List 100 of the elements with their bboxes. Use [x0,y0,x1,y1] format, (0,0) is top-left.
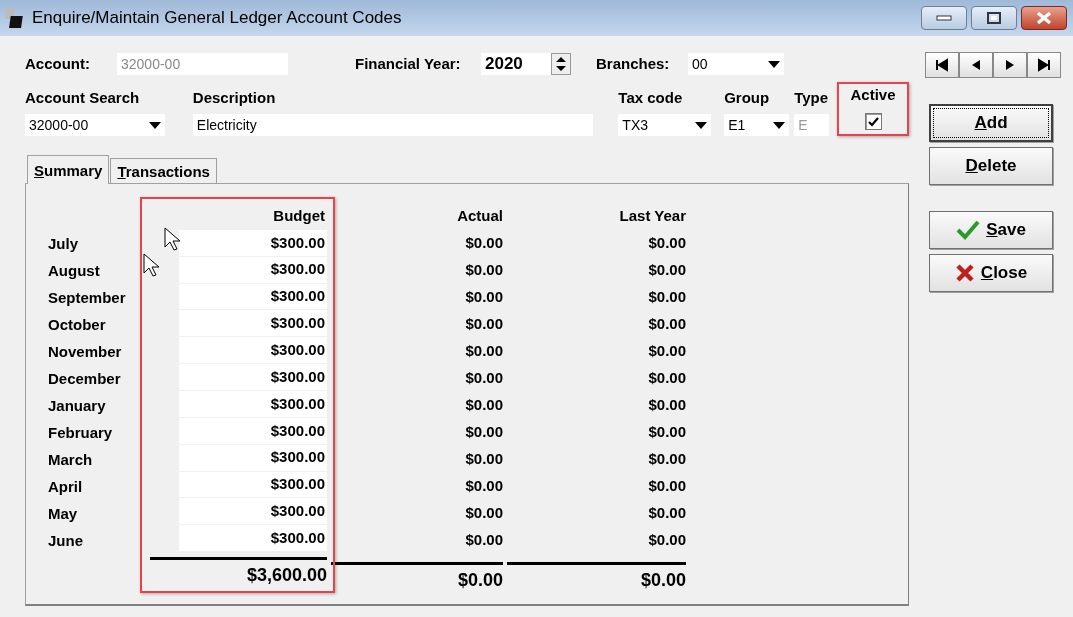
month-label: March [48,450,94,471]
table-cell-text: $0.00 [464,476,503,497]
table-cell-text: $0.00 [464,368,503,389]
month-label: July [48,234,79,255]
column-header: Budget [272,205,326,226]
field-label: Account Search [25,88,141,108]
total-cell: $0.00 [331,562,503,596]
mouse-pointer-icon [164,227,182,252]
dropdown-arrow-icon [695,121,708,129]
table-cell-text: $0.00 [464,530,503,551]
minimize-button[interactable] [921,6,967,30]
table-cell-text: $0.00 [464,449,503,470]
active-checkbox[interactable] [864,113,882,130]
dropdown-arrow-icon [768,60,780,68]
budget-field[interactable]: $300.00 [179,471,327,498]
table-cell-text: $0.00 [647,476,686,497]
month-label: February [48,423,114,444]
window-title: Enquire/Maintain General Ledger Account Codes [32,7,402,30]
first-record-icon [935,58,949,72]
financial-year-label: Financial Year: [355,53,462,74]
table-cell-text: $0.00 [464,260,503,281]
dropdown-field[interactable]: TX3 [618,114,712,136]
month-label: October [48,315,107,336]
table-cell-text: $0.00 [647,314,686,335]
month-label: December [48,369,122,390]
action-button[interactable]: Close [929,254,1053,292]
budget-field[interactable]: $300.00 [179,525,327,552]
budget-field[interactable]: $300.00 [179,256,327,283]
budget-field[interactable]: $300.00 [179,417,327,444]
close-window-button[interactable] [1021,6,1067,30]
field-label: Active [850,85,896,105]
action-button[interactable]: Add [929,104,1053,142]
financial-year-spinner[interactable]: 2020 [481,53,571,75]
budget-field[interactable]: $300.00 [179,337,327,364]
table-cell-text: $0.00 [647,503,686,524]
month-label: June [48,531,84,552]
budget-field[interactable]: $300.00 [179,391,327,417]
table-cell-text: $0.00 [464,422,503,443]
table-cell-text: $0.00 [647,449,686,470]
dropdown-arrow-icon [773,121,786,129]
total-cell: $0.00 [507,562,686,596]
tab[interactable]: Transactions [110,158,217,183]
app-logo-icon [4,7,26,29]
table-cell-text: $0.00 [464,314,503,335]
table-cell-text: $0.00 [464,341,503,362]
cross-icon [954,263,975,283]
next-record-button[interactable] [993,52,1027,78]
month-label: May [48,504,79,525]
maximize-button[interactable] [971,6,1017,30]
dropdown-field[interactable]: E1 [724,114,790,136]
total-cell: $3,600.00 [150,557,327,591]
action-button[interactable]: Save [929,211,1053,249]
readonly-field: E [794,114,830,136]
table-cell-text: $0.00 [647,395,686,416]
minimize-icon [936,15,952,21]
maximize-icon [987,12,1001,24]
mouse-pointer-icon [143,253,161,278]
account-field: 32000-00 [117,53,288,75]
table-cell-text: $0.00 [464,233,503,254]
budget-field[interactable]: $300.00 [179,229,327,256]
table-cell-text: $0.00 [647,341,686,362]
month-label: August [48,261,101,282]
text-field[interactable]: Electricity [192,114,594,136]
dropdown-arrow-icon [148,121,161,129]
branches-dropdown[interactable]: 00 [688,53,784,75]
budget-field[interactable]: $300.00 [179,283,327,310]
last-record-icon [1037,58,1051,72]
branches-label: Branches: [596,53,671,74]
tab[interactable]: Summary [27,155,110,184]
field-label: Type [794,88,830,108]
budget-field[interactable]: $300.00 [179,498,327,525]
table-cell-text: $0.00 [647,530,686,551]
dropdown-field[interactable]: 32000-00 [25,114,165,136]
column-header: Actual [456,205,503,226]
action-button[interactable]: Delete [929,147,1053,185]
table-cell-text: $0.00 [647,422,686,443]
previous-record-button[interactable] [959,52,993,78]
month-label: November [48,342,123,363]
table-cell-text: $0.00 [464,503,503,524]
field-label: Group [724,88,771,108]
last-record-button[interactable] [1027,52,1061,78]
field-label: Tax code [618,88,684,108]
budget-field[interactable]: $300.00 [179,364,327,390]
table-cell-text: $0.00 [647,368,686,389]
month-label: January [48,396,107,417]
budget-field[interactable]: $300.00 [179,444,327,471]
table-cell-text: $0.00 [647,260,686,281]
close-icon [1036,11,1052,25]
budget-field[interactable]: $300.00 [179,310,327,337]
checkmark-icon [956,220,981,240]
table-cell-text: $0.00 [464,287,503,308]
field-label: Description [192,88,277,108]
account-label: Account: [25,53,91,74]
column-header: Last Year [618,205,686,226]
table-cell-text: $0.00 [647,287,686,308]
spinner-arrows-icon[interactable] [551,53,571,75]
first-record-button[interactable] [925,52,959,78]
table-cell-text: $0.00 [647,233,686,254]
table-cell-text: $0.00 [464,395,503,416]
month-label: September [48,288,127,309]
